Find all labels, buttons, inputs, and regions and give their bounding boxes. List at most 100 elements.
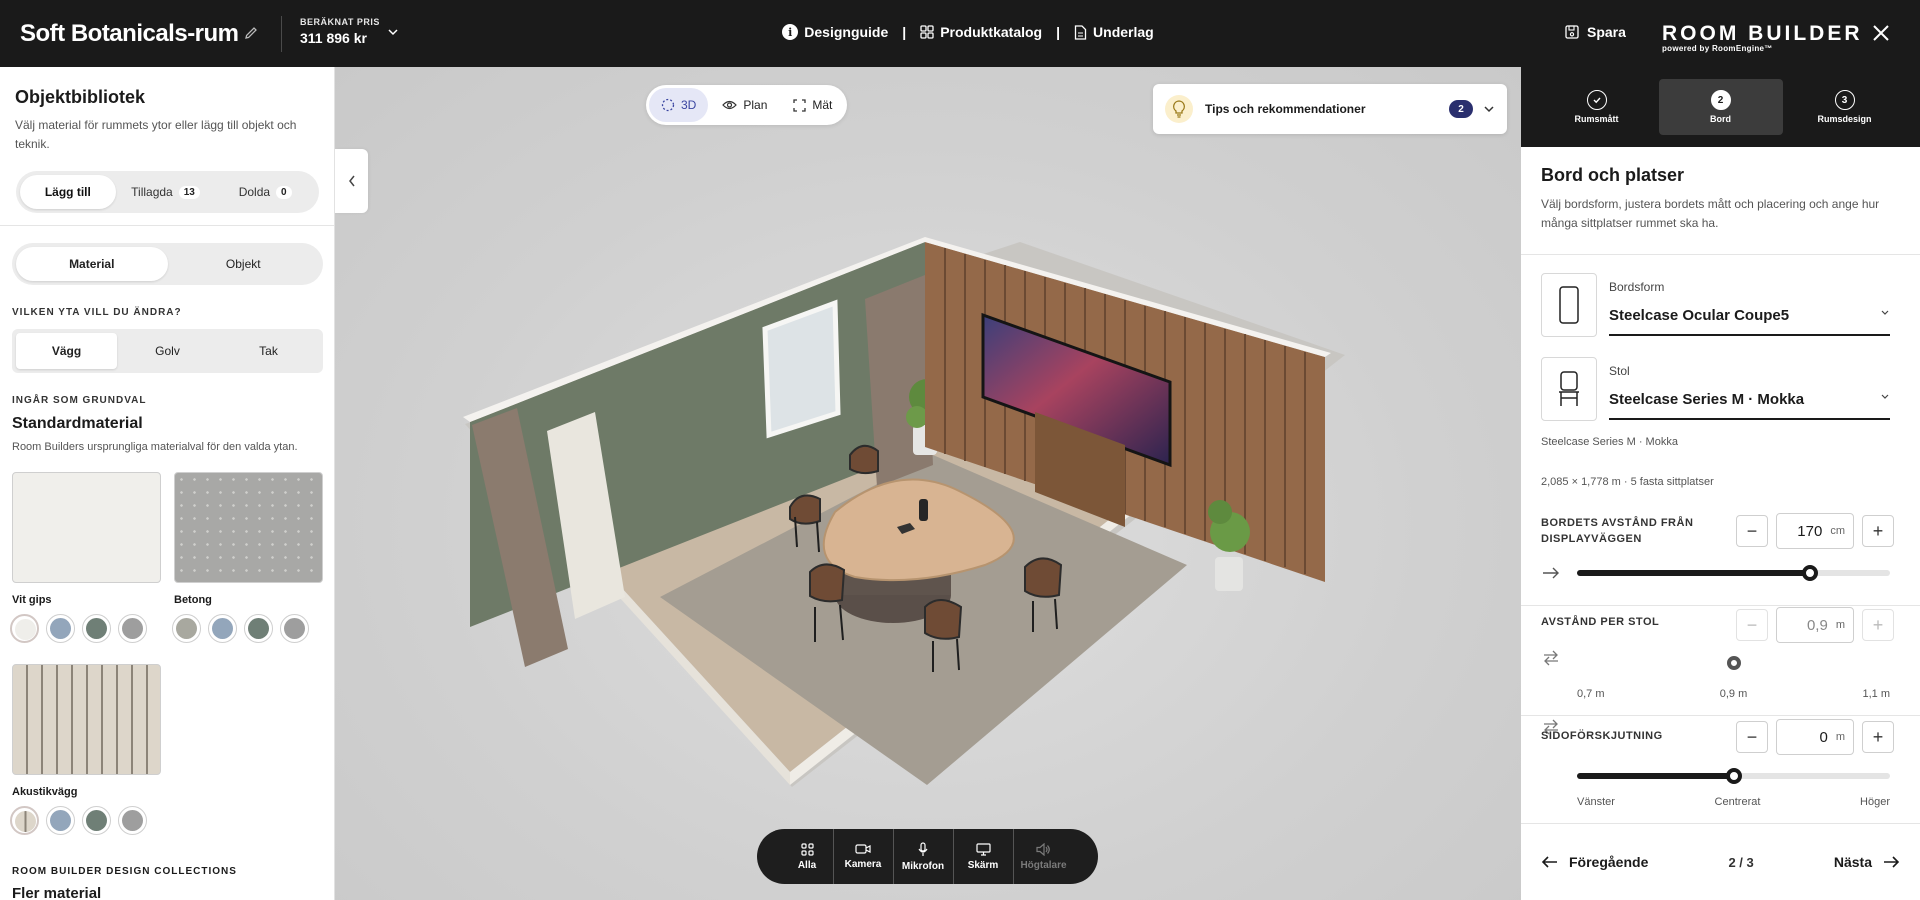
- offset-stepper: − 0m +: [1736, 719, 1894, 755]
- input-value: 0: [1819, 728, 1828, 746]
- material-swatch-betong[interactable]: [174, 472, 323, 583]
- check-icon: [1586, 90, 1607, 110]
- dock-label: Mikrofon: [901, 860, 945, 872]
- default-title: Standardmaterial: [12, 415, 143, 432]
- close-icon[interactable]: [1870, 22, 1892, 44]
- tab-material[interactable]: Material: [16, 247, 168, 281]
- view-measure-button[interactable]: Mät: [781, 88, 844, 122]
- decrease-button[interactable]: −: [1736, 721, 1768, 753]
- dock-camera-button[interactable]: Kamera: [834, 829, 894, 884]
- chair-note: Steelcase Series M · Mokka: [1541, 436, 1678, 448]
- increase-button[interactable]: +: [1862, 515, 1894, 547]
- color-option[interactable]: [82, 806, 111, 835]
- step-rumsmatt[interactable]: Rumsmått: [1535, 79, 1659, 135]
- section-subtitle: Välj bordsform, justera bordets mått och…: [1541, 197, 1880, 230]
- slider-fill: [1577, 570, 1810, 576]
- step-label: Rumsmått: [1574, 114, 1619, 124]
- color-option[interactable]: [46, 614, 75, 643]
- tips-panel[interactable]: Tips och rekommendationer 2: [1153, 84, 1507, 134]
- tab-tak[interactable]: Tak: [218, 333, 319, 369]
- increase-button[interactable]: +: [1862, 609, 1894, 641]
- material-swatch-akustikvagg[interactable]: [12, 664, 161, 775]
- slider-fill: [1577, 773, 1734, 779]
- view-mode-toggle: 3D Plan Mät: [646, 85, 848, 125]
- dock-speaker-button[interactable]: Högtalare: [1014, 829, 1074, 884]
- slider-handle[interactable]: [1726, 768, 1742, 784]
- decrease-button[interactable]: −: [1736, 609, 1768, 641]
- color-option[interactable]: [118, 614, 147, 643]
- dock-microphone-button[interactable]: Mikrofon: [894, 829, 954, 884]
- divider: [1521, 715, 1920, 716]
- tab-tillagda[interactable]: Tillagda 13: [116, 175, 216, 209]
- default-caption: INGÅR SOM GRUNDVAL: [12, 395, 147, 406]
- color-option[interactable]: [244, 614, 273, 643]
- room-3d-viewport[interactable]: 3D Plan Mät Tips och rekommendationer 2 …: [335, 67, 1521, 900]
- view-3d-button[interactable]: 3D: [649, 88, 709, 122]
- material-swatch-vit-gips[interactable]: [12, 472, 161, 583]
- slider-handle[interactable]: [1727, 656, 1741, 670]
- chair-select[interactable]: Steelcase Series M · Mokka: [1609, 391, 1890, 420]
- nav-produktkatalog[interactable]: Produktkatalog: [906, 24, 1056, 40]
- input-value: 170: [1797, 522, 1823, 540]
- distance-slider[interactable]: [1577, 565, 1890, 581]
- collections-title: Fler material: [12, 885, 102, 900]
- arrow-right-icon: [1543, 567, 1559, 579]
- color-option[interactable]: [280, 614, 309, 643]
- tick-label: Vänster: [1577, 796, 1615, 808]
- step-bord[interactable]: 2 Bord: [1658, 79, 1783, 135]
- color-option[interactable]: [172, 614, 201, 643]
- room-render[interactable]: [335, 67, 1521, 900]
- slider-handle[interactable]: [1802, 565, 1818, 581]
- view-label: 3D: [681, 98, 697, 112]
- speakerphone: [919, 499, 928, 521]
- divider: [0, 225, 334, 226]
- top-bar: Soft Botanicals-rum BERÄKNAT PRIS 311 89…: [0, 0, 1920, 67]
- previous-button[interactable]: Föregående: [1541, 854, 1648, 870]
- nav-underlag[interactable]: Underlag: [1060, 24, 1168, 40]
- chevron-down-icon: [1881, 310, 1889, 315]
- color-option[interactable]: [10, 806, 39, 835]
- nav-designguide[interactable]: i Designguide: [768, 24, 902, 40]
- chair-label: Stol: [1609, 364, 1630, 378]
- tab-vagg[interactable]: Vägg: [16, 333, 117, 369]
- color-option[interactable]: [118, 806, 147, 835]
- view-plan-button[interactable]: Plan: [710, 88, 779, 122]
- distance-stepper: − 170 cm +: [1736, 513, 1894, 549]
- next-button[interactable]: Nästa: [1834, 854, 1900, 870]
- color-option[interactable]: [10, 614, 39, 643]
- distance-input[interactable]: 170 cm: [1776, 513, 1854, 549]
- step-number: 3: [1834, 90, 1855, 110]
- tab-lagg-till[interactable]: Lägg till: [20, 175, 116, 209]
- object-library-panel: Objektbibliotek Välj material för rummet…: [0, 67, 335, 900]
- tab-dolda[interactable]: Dolda 0: [215, 175, 315, 209]
- table-shape-select[interactable]: Steelcase Ocular Coupe5: [1609, 307, 1890, 336]
- tab-objekt[interactable]: Objekt: [168, 247, 320, 281]
- step-rumsdesign[interactable]: 3 Rumsdesign: [1783, 79, 1907, 135]
- tips-label: Tips och rekommendationer: [1205, 102, 1366, 116]
- color-option[interactable]: [46, 806, 75, 835]
- save-icon: [1565, 25, 1579, 39]
- nav-label: Underlag: [1093, 24, 1154, 40]
- tick-label: 0,7 m: [1577, 688, 1605, 700]
- color-option[interactable]: [208, 614, 237, 643]
- offset-input[interactable]: 0m: [1776, 719, 1854, 755]
- tips-count-badge: 2: [1449, 100, 1473, 118]
- dock-all-button[interactable]: Alla: [782, 829, 834, 884]
- dock-screen-button[interactable]: Skärm: [954, 829, 1014, 884]
- section-title: Bord och platser: [1541, 165, 1685, 185]
- save-button[interactable]: Spara: [1565, 24, 1626, 40]
- color-options: [10, 806, 147, 835]
- decrease-button[interactable]: −: [1736, 515, 1768, 547]
- material-name: Vit gips: [12, 594, 52, 606]
- increase-button[interactable]: +: [1862, 721, 1894, 753]
- table-shape-icon: [1559, 286, 1579, 324]
- chair-spacing-slider[interactable]: [1577, 656, 1890, 670]
- brand-name: ROOM BUILDER: [1662, 22, 1863, 45]
- chair-spacing-input[interactable]: 0,9 m: [1776, 607, 1854, 643]
- count-badge: 0: [276, 185, 292, 199]
- nav-label: Designguide: [804, 24, 889, 40]
- color-option[interactable]: [82, 614, 111, 643]
- offset-slider[interactable]: [1577, 768, 1890, 784]
- collapse-panel-button[interactable]: [335, 149, 368, 213]
- tab-golv[interactable]: Golv: [117, 333, 218, 369]
